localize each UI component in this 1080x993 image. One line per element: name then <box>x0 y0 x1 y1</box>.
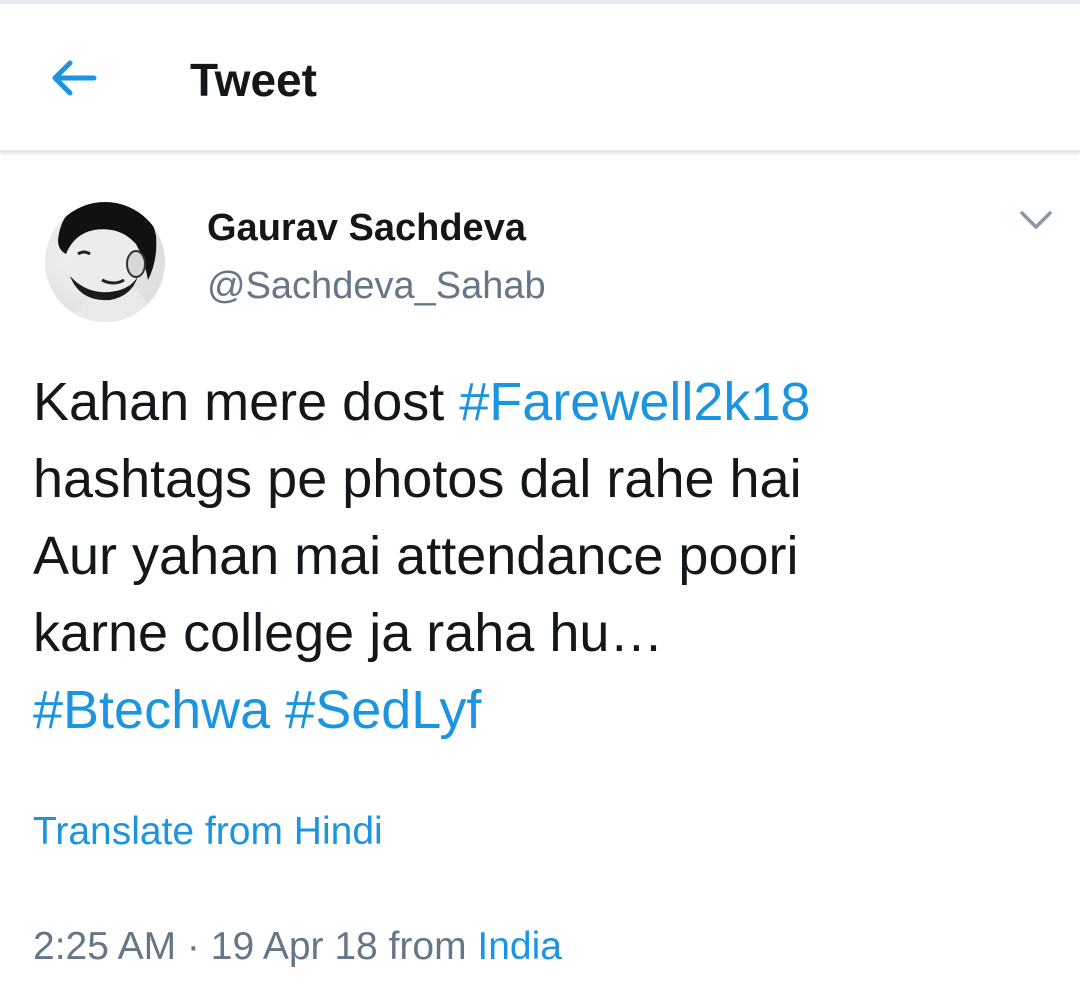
app-header: Tweet <box>0 4 1080 152</box>
page-title: Tweet <box>190 54 317 106</box>
tweet-time: 2:25 AM <box>33 925 177 968</box>
tweet-text-segment: Kahan mere dost <box>33 372 460 432</box>
tweet-location-link[interactable]: India <box>477 925 562 968</box>
from-label: from <box>377 925 478 968</box>
tweet-text-segment: karne college ja raha hu… <box>33 603 664 663</box>
author-handle[interactable]: @Sachdeva_Sahab <box>207 262 546 310</box>
back-button[interactable] <box>38 48 110 112</box>
avatar[interactable] <box>44 184 166 324</box>
tweet-meta: 2:25 AM · 19 Apr 18 from India <box>33 920 562 974</box>
tweet-date: 19 Apr 18 <box>210 925 378 968</box>
translate-link[interactable]: Translate from Hindi <box>33 806 383 858</box>
arrow-left-icon <box>50 58 98 103</box>
tweet-text-line: karne college ja raha hu… <box>33 595 1043 672</box>
tweet-text-line: Kahan mere dost #Farewell2k18 <box>33 364 1043 441</box>
tweet-menu-button[interactable] <box>1012 202 1060 242</box>
hashtag-link[interactable]: #Btechwa <box>33 680 270 740</box>
hashtag-link[interactable]: #Farewell2k18 <box>459 372 810 432</box>
tweet-text-line: #Btechwa #SedLyf <box>33 672 1043 749</box>
tweet-text-line: hashtags pe photos dal rahe hai <box>33 441 1043 518</box>
chevron-down-icon <box>1019 209 1053 236</box>
tweet-text-segment: Aur yahan mai attendance poori <box>33 526 799 586</box>
hashtag-link[interactable]: #SedLyf <box>285 680 481 740</box>
author-name[interactable]: Gaurav Sachdeva <box>207 204 526 252</box>
tweet-text-segment: hashtags pe photos dal rahe hai <box>33 449 802 509</box>
tweet-text-segment <box>270 680 285 740</box>
tweet-text: Kahan mere dost #Farewell2k18 hashtags pe… <box>33 364 1043 749</box>
meta-separator: · <box>176 925 211 968</box>
tweet-text-line: Aur yahan mai attendance poori <box>33 518 1043 595</box>
